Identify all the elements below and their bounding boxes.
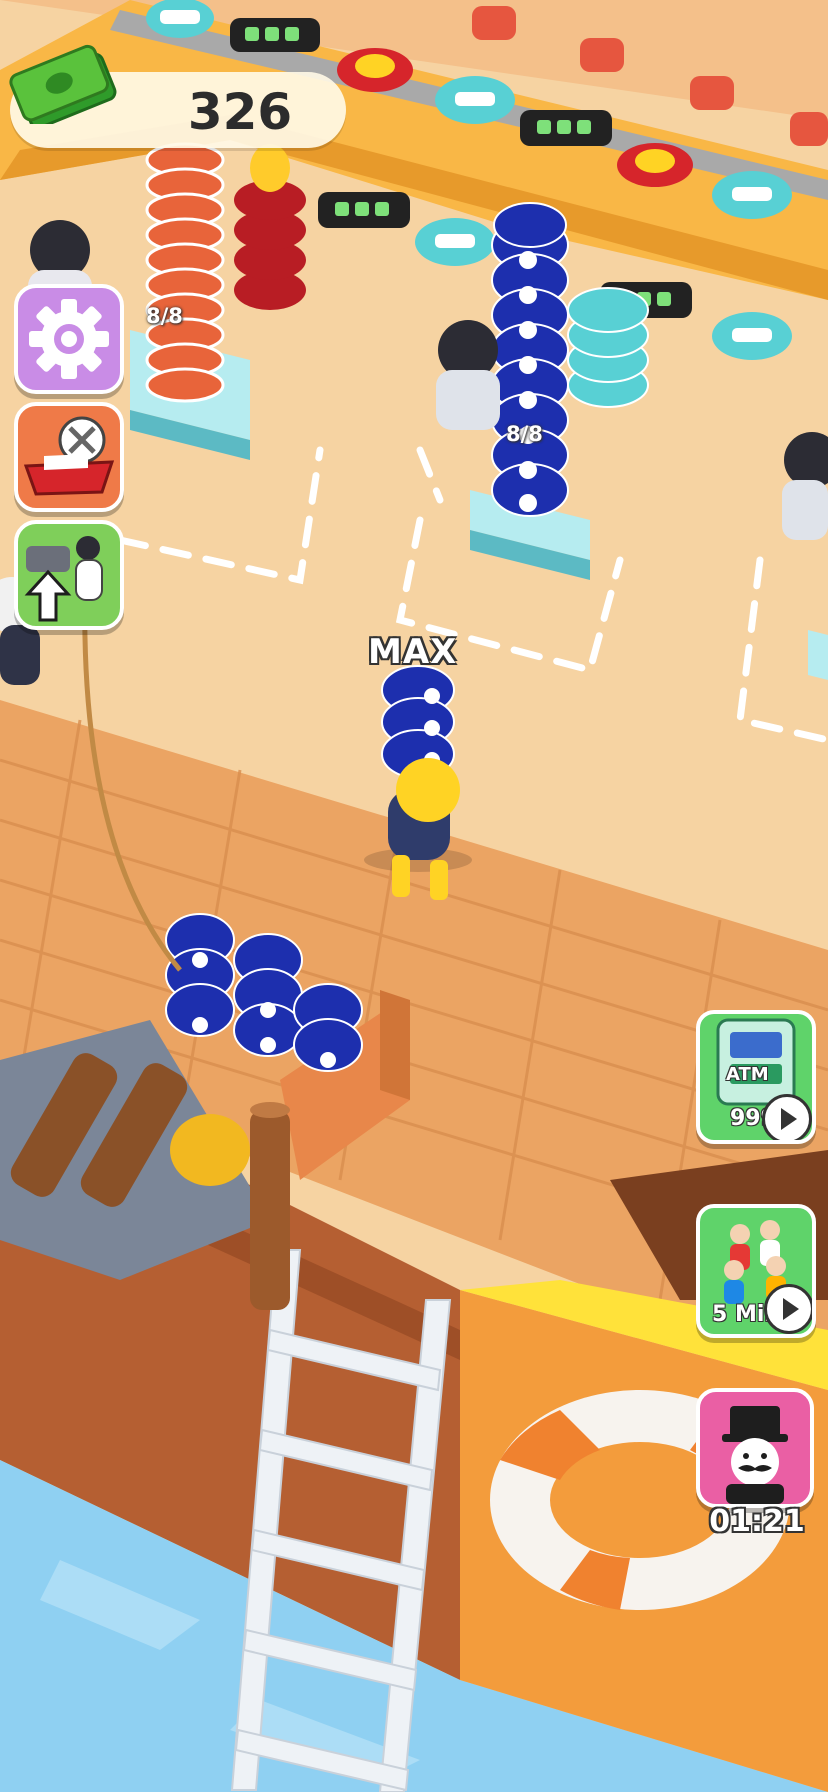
vip-timer: 01:21 (709, 1504, 805, 1539)
station-capacity-center: 8/8 (506, 422, 543, 446)
boat-utensils-icon (23, 416, 115, 496)
shrimp-stack (145, 142, 225, 403)
cash-stack-icon (6, 40, 118, 130)
staff-upgrade-icon (24, 536, 103, 622)
game-scene[interactable] (0, 0, 828, 1792)
vip-customer-button[interactable] (696, 1388, 814, 1508)
gear-icon (29, 299, 109, 379)
plate-stack-right (567, 287, 649, 408)
atm-label: ATM (726, 1064, 769, 1085)
play-video-icon (764, 1284, 812, 1334)
carry-max-label: MAX (368, 632, 458, 672)
speed-boost-button[interactable]: 5 Min (696, 1204, 816, 1338)
play-video-icon (762, 1094, 812, 1140)
station-capacity-left: 8/8 (146, 304, 183, 328)
top-hat-gentleman-icon (722, 1406, 788, 1504)
atm-button[interactable]: ATM 999 (696, 1010, 816, 1144)
boat-button[interactable] (14, 402, 124, 512)
money-counter: 326 (187, 83, 293, 141)
staff-upgrade-button[interactable] (14, 520, 124, 630)
settings-button[interactable] (14, 284, 124, 394)
